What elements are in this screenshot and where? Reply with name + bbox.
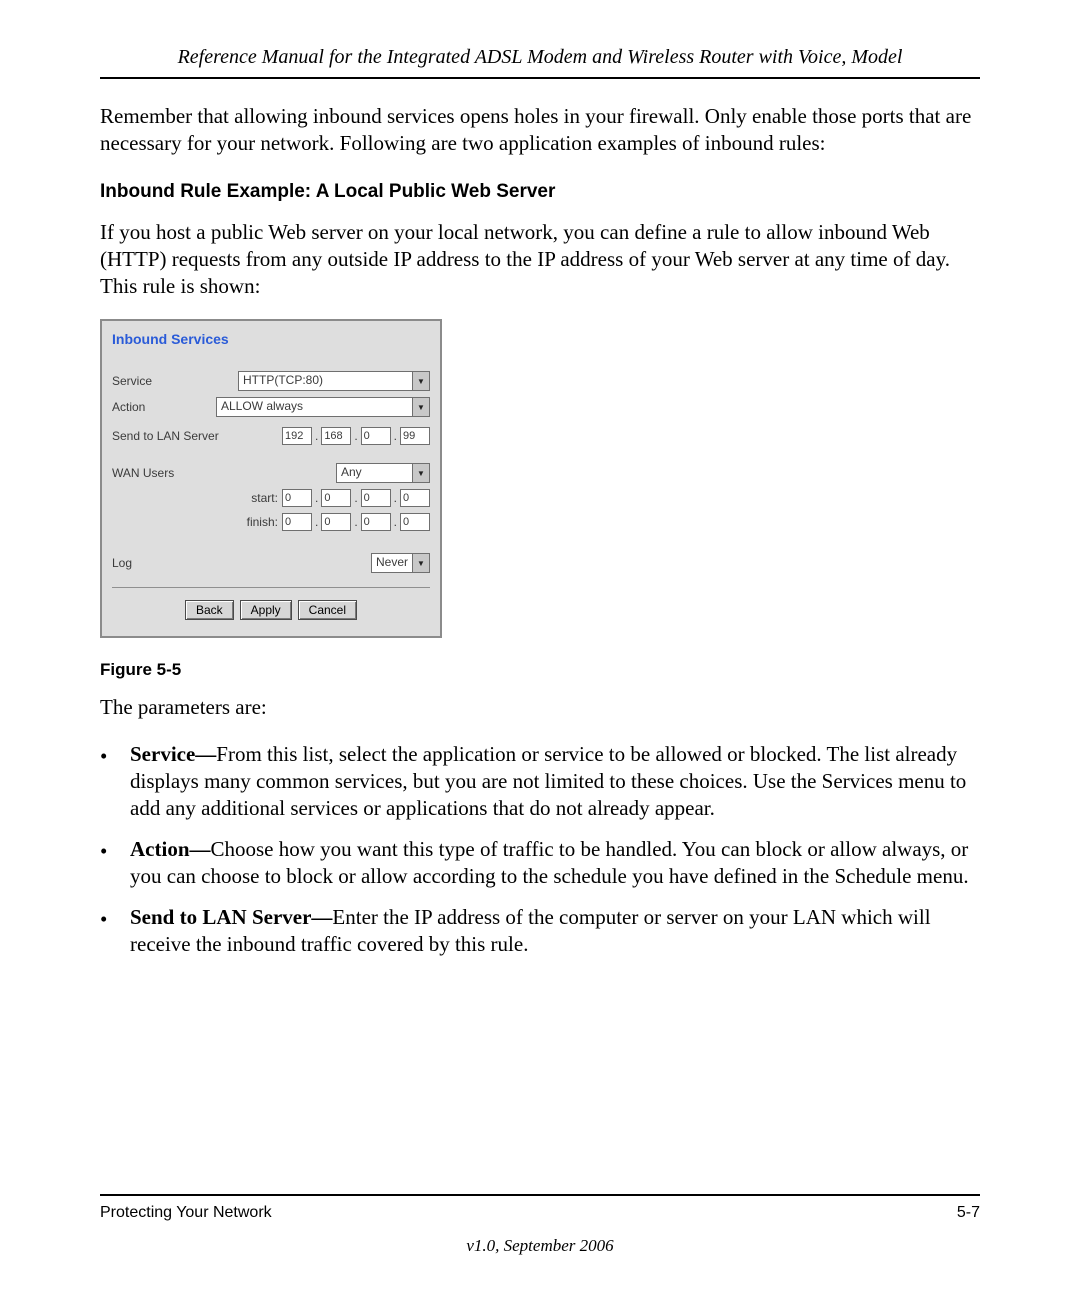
start-ip: 0. 0. 0. 0 [282,489,430,507]
param-term: Action— [130,837,211,861]
log-dropdown[interactable]: Never ▼ [371,553,430,573]
bullet-icon [100,741,130,822]
running-header: Reference Manual for the Integrated ADSL… [100,46,980,69]
wan-users-value: Any [336,463,413,483]
dialog-title: Inbound Services [102,321,440,371]
ip-octet-4[interactable]: 99 [400,427,430,445]
bullet-icon [100,836,130,890]
footer-version: v1.0, September 2006 [100,1236,980,1256]
start-label: start: [112,491,282,505]
dialog-separator [112,587,430,588]
send-to-lan-label: Send to LAN Server [112,429,282,443]
chevron-down-icon[interactable]: ▼ [413,553,430,573]
service-label: Service [112,374,238,388]
ip-octet-1[interactable]: 192 [282,427,312,445]
finish-label: finish: [112,515,282,529]
cancel-button[interactable]: Cancel [298,600,357,620]
log-value: Never [371,553,413,573]
ip-octet-3[interactable]: 0 [361,489,391,507]
chevron-down-icon[interactable]: ▼ [413,463,430,483]
header-rule [100,77,980,79]
wan-users-dropdown[interactable]: Any ▼ [336,463,430,483]
chevron-down-icon[interactable]: ▼ [413,371,430,391]
param-term: Send to LAN Server— [130,905,332,929]
parameters-intro: The parameters are: [100,694,980,721]
footer-rule [100,1194,980,1196]
param-desc: From this list, select the application o… [130,742,966,820]
section-heading: Inbound Rule Example: A Local Public Web… [100,181,980,203]
bullet-icon [100,904,130,958]
footer-left: Protecting Your Network [100,1204,272,1222]
service-value: HTTP(TCP:80) [238,371,413,391]
intro-paragraph: Remember that allowing inbound services … [100,103,980,157]
list-item: Service—From this list, select the appli… [100,741,980,822]
finish-ip: 0. 0. 0. 0 [282,513,430,531]
action-dropdown[interactable]: ALLOW always ▼ [216,397,430,417]
ip-octet-3[interactable]: 0 [361,427,391,445]
section-intro: If you host a public Web server on your … [100,219,980,300]
dialog-buttons: Back Apply Cancel [112,596,430,626]
page-footer: Protecting Your Network 5-7 v1.0, Septem… [100,1194,980,1256]
send-to-lan-ip: 192. 168. 0. 99 [282,427,430,445]
action-value: ALLOW always [216,397,413,417]
ip-octet-2[interactable]: 0 [321,513,351,531]
ip-octet-2[interactable]: 168 [321,427,351,445]
wan-users-label: WAN Users [112,466,336,480]
log-label: Log [112,556,371,570]
back-button[interactable]: Back [185,600,234,620]
ip-octet-2[interactable]: 0 [321,489,351,507]
parameters-list: Service—From this list, select the appli… [100,741,980,957]
list-item: Send to LAN Server—Enter the IP address … [100,904,980,958]
ip-octet-1[interactable]: 0 [282,513,312,531]
param-desc: Choose how you want this type of traffic… [130,837,969,888]
param-term: Service— [130,742,216,766]
ip-octet-4[interactable]: 0 [400,489,430,507]
ip-octet-4[interactable]: 0 [400,513,430,531]
footer-right: 5-7 [957,1204,980,1222]
ip-octet-1[interactable]: 0 [282,489,312,507]
chevron-down-icon[interactable]: ▼ [413,397,430,417]
figure-caption: Figure 5-5 [100,660,980,680]
list-item: Action—Choose how you want this type of … [100,836,980,890]
service-dropdown[interactable]: HTTP(TCP:80) ▼ [238,371,430,391]
ip-octet-3[interactable]: 0 [361,513,391,531]
apply-button[interactable]: Apply [240,600,292,620]
action-label: Action [112,400,216,414]
figure-5-5: Inbound Services Service HTTP(TCP:80) ▼ … [100,319,980,638]
inbound-services-dialog: Inbound Services Service HTTP(TCP:80) ▼ … [100,319,442,638]
